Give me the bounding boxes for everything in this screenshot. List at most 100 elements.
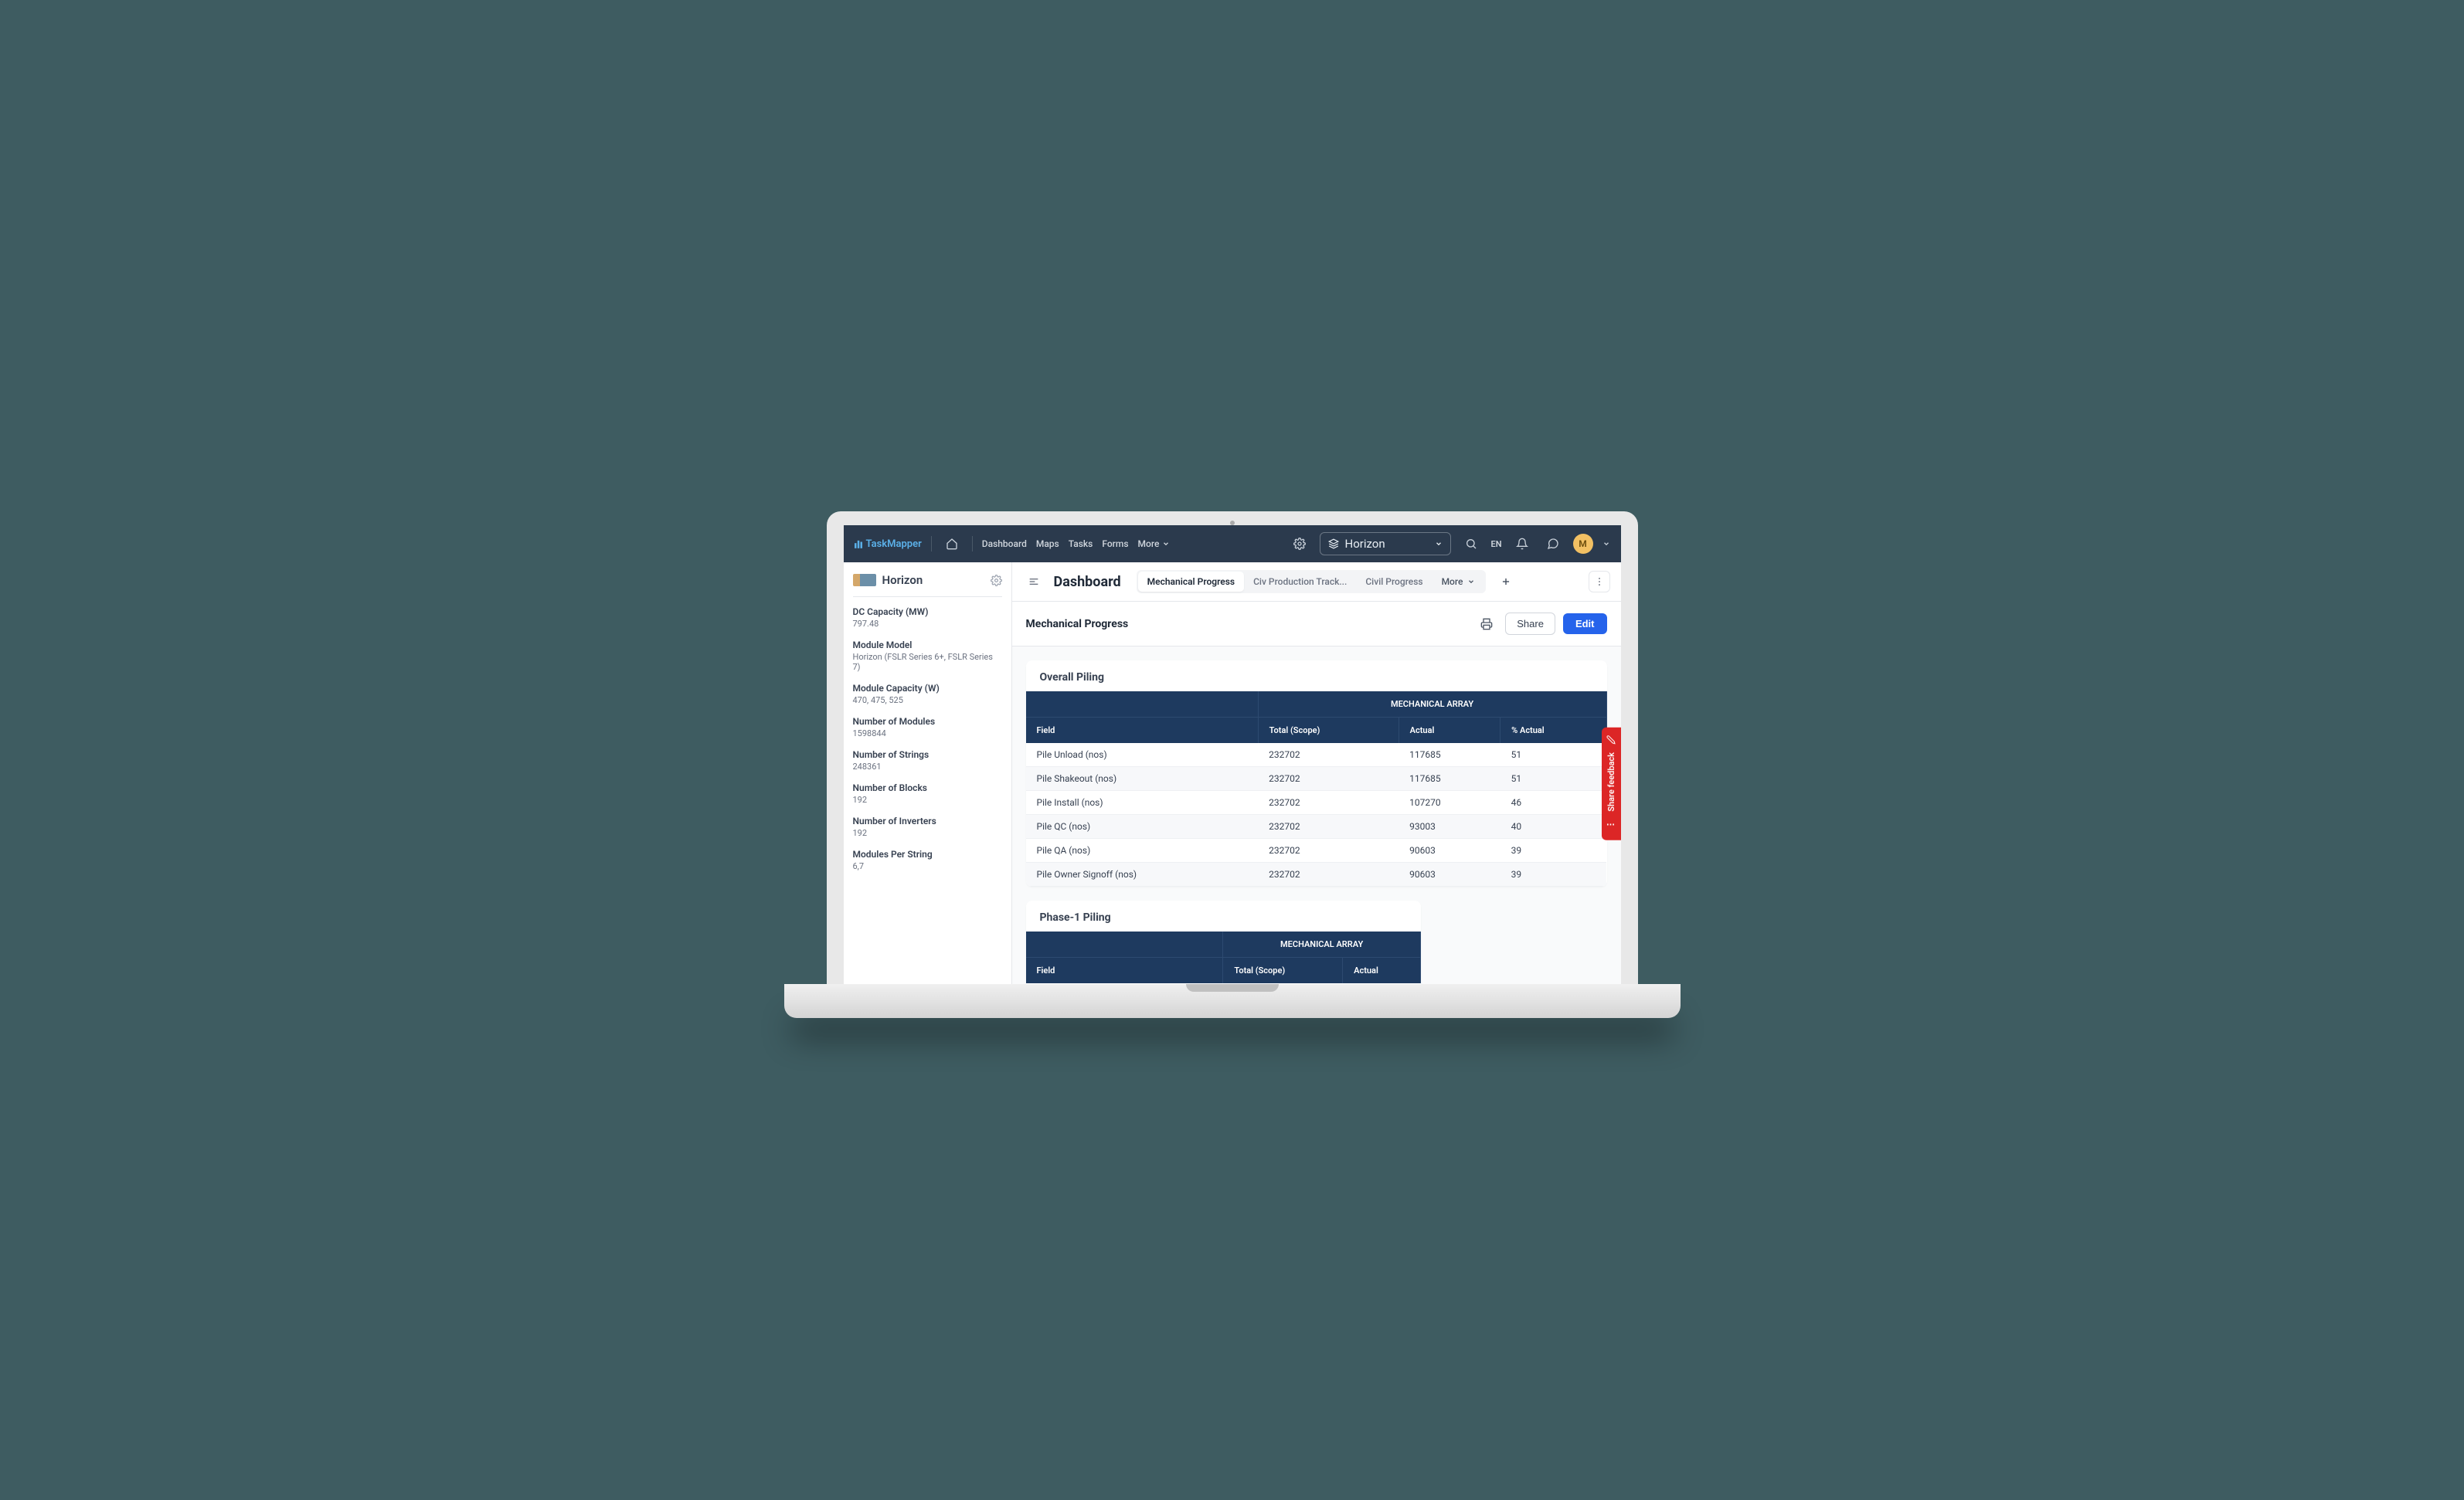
sidebar-field: Modules Per String6,7 (853, 849, 1002, 871)
print-icon[interactable] (1476, 613, 1497, 635)
table-row: Pile Unload (nos)23270211768551 (1026, 743, 1607, 767)
sidebar-field-label: Number of Blocks (853, 782, 1002, 793)
sidebar-field-value: Horizon (FSLR Series 6+, FSLR Series 7) (853, 652, 1002, 672)
table-cell: 51 (1500, 743, 1606, 767)
table-cell: 117685 (1399, 767, 1500, 791)
table-row: Pile Shakeout (nos)23270211768551 (1026, 767, 1607, 791)
table-cell: 90603 (1399, 863, 1500, 887)
sidebar-field-value: 6,7 (853, 861, 1002, 871)
chevron-down-icon[interactable] (1602, 540, 1610, 548)
project-thumbnail-icon (853, 574, 876, 586)
table-header-cell: Field (1026, 718, 1259, 744)
avatar[interactable]: M (1573, 534, 1593, 554)
nav-dashboard[interactable]: Dashboard (982, 538, 1027, 549)
project-sidebar: Horizon DC Capacity (MW)797.48Module Mod… (844, 562, 1012, 989)
table-row: Pile QC (nos)2327029300340 (1026, 815, 1607, 839)
table-header-cell: Total (Scope) (1223, 958, 1343, 984)
table-superheader: MECHANICAL ARRAY (1223, 932, 1420, 958)
chat-icon[interactable] (1542, 533, 1564, 555)
language-selector[interactable]: EN (1491, 539, 1502, 549)
feedback-label: Share feedback (1606, 752, 1616, 812)
sidebar-field-label: Number of Inverters (853, 816, 1002, 826)
bar-chart-icon (855, 538, 862, 549)
sidebar-field: Module Model Horizon (FSLR Series 6+, FSL… (853, 640, 1002, 672)
sidebar-field-value: 1598844 (853, 728, 1002, 738)
plus-icon[interactable] (1495, 571, 1517, 592)
tab-mechanical-progress[interactable]: Mechanical Progress (1138, 572, 1244, 592)
table-header-cell: Actual (1399, 718, 1500, 744)
card-overall-piling: Overall Piling MECHANICAL ARRAY FieldTot… (1026, 660, 1607, 887)
tab-more[interactable]: More (1433, 572, 1485, 592)
settings-icon[interactable] (1289, 533, 1310, 555)
table-row: Pile Owner Signoff (nos)2327029060339 (1026, 863, 1607, 887)
kebab-menu-icon[interactable] (1589, 571, 1610, 592)
page-title: Dashboard (1054, 574, 1121, 590)
table-cell: 232702 (1258, 863, 1399, 887)
table-cell: 51 (1500, 767, 1606, 791)
table-header-cell: Field (1026, 958, 1223, 984)
card-title: Phase-1 Piling (1026, 901, 1421, 932)
sidebar-field: Number of Modules1598844 (853, 716, 1002, 738)
tab-civ-production[interactable]: Civ Production Track... (1244, 572, 1356, 592)
table-cell: 40 (1500, 815, 1606, 839)
bell-icon[interactable] (1511, 533, 1533, 555)
table-cell: 46 (1500, 791, 1606, 815)
table-header-cell: Actual (1343, 958, 1421, 984)
home-icon[interactable] (941, 533, 963, 555)
card-phase1-piling: Phase-1 Piling MECHANICAL ARRAY FieldTot… (1026, 901, 1421, 989)
sidebar-field-value: 192 (853, 828, 1002, 838)
gear-icon[interactable] (991, 575, 1002, 586)
table-cell: 93003 (1399, 815, 1500, 839)
table-cell: 232702 (1258, 815, 1399, 839)
nav-more[interactable]: More (1138, 538, 1171, 549)
brand-logo[interactable]: TaskMapper (855, 538, 922, 550)
sidebar-field: Module Capacity (W)470, 475, 525 (853, 683, 1002, 705)
sidebar-field-label: Modules Per String (853, 849, 1002, 860)
top-navbar: TaskMapper Dashboard Maps Tasks Forms Mo… (844, 525, 1621, 562)
pencil-icon (1606, 735, 1616, 745)
table-cell: 232702 (1258, 839, 1399, 863)
tab-civil-progress[interactable]: Civil Progress (1356, 572, 1432, 592)
table-cell: 232702 (1258, 767, 1399, 791)
table-cell: Pile Owner Signoff (nos) (1026, 863, 1259, 887)
table-cell: 39 (1500, 863, 1606, 887)
table-header-cell: Total (Scope) (1258, 718, 1399, 744)
dashboard-tabs: Mechanical Progress Civ Production Track… (1137, 570, 1487, 593)
menu-toggle-icon[interactable] (1023, 571, 1045, 592)
nav-maps[interactable]: Maps (1036, 538, 1059, 549)
table-cell: Pile QC (nos) (1026, 815, 1259, 839)
table-superheader (1026, 932, 1223, 958)
project-selector[interactable]: Horizon (1320, 532, 1451, 555)
table-phase1-piling: MECHANICAL ARRAY FieldTotal (Scope)Actua… (1026, 932, 1421, 989)
table-cell: Pile Shakeout (nos) (1026, 767, 1259, 791)
chevron-down-icon (1467, 578, 1475, 585)
nav-tasks[interactable]: Tasks (1069, 538, 1093, 549)
sidebar-field-value: 192 (853, 795, 1002, 805)
sidebar-field-value: 470, 475, 525 (853, 695, 1002, 705)
table-cell: 107270 (1399, 791, 1500, 815)
nav-forms[interactable]: Forms (1102, 538, 1128, 549)
sidebar-field-label: DC Capacity (MW) (853, 606, 1002, 617)
sidebar-field-label: Module Model (853, 640, 1002, 650)
table-cell: 39 (1500, 839, 1606, 863)
table-overall-piling: MECHANICAL ARRAY FieldTotal (Scope)Actua… (1026, 691, 1607, 887)
search-icon[interactable] (1460, 533, 1482, 555)
table-cell: 232702 (1258, 743, 1399, 767)
sidebar-field-label: Number of Modules (853, 716, 1002, 727)
project-selector-value: Horizon (1345, 537, 1429, 551)
table-superheader (1026, 691, 1259, 718)
share-button[interactable]: Share (1505, 613, 1555, 635)
sidebar-field: Number of Inverters 192 (853, 816, 1002, 838)
table-row: Pile QA (nos)2327029060339 (1026, 839, 1607, 863)
feedback-tab[interactable]: ⋯ Share feedback (1602, 728, 1621, 840)
edit-button[interactable]: Edit (1563, 613, 1607, 634)
layers-icon (1328, 538, 1339, 549)
brand-name: TaskMapper (866, 538, 922, 550)
sidebar-field: Number of Strings248361 (853, 749, 1002, 772)
project-name: Horizon (882, 573, 923, 587)
table-header-cell: % Actual (1500, 718, 1606, 744)
table-row: Pile Install (nos)23270210727046 (1026, 791, 1607, 815)
sidebar-field-label: Number of Strings (853, 749, 1002, 760)
table-cell: Pile Install (nos) (1026, 791, 1259, 815)
divider (972, 536, 973, 551)
